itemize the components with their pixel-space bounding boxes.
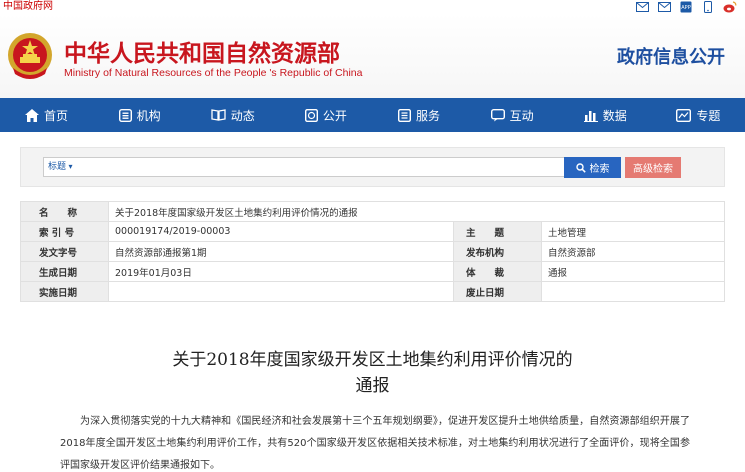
meta-key: 实施日期 <box>20 281 109 302</box>
table-row: 发文字号 自然资源部通报第1期 发布机构 自然资源部 <box>20 241 725 262</box>
search-button[interactable]: 检索 <box>564 157 621 178</box>
meta-value: 2019年01月03日 <box>108 261 454 282</box>
chat-icon <box>490 108 505 121</box>
document-meta-table: 名 称 关于2018年度国家级开发区土地集约利用评价情况的通报 索 引 号 00… <box>20 201 725 302</box>
nav-label: 首页 <box>44 108 69 123</box>
top-bar: 中国政府网 APP <box>0 0 745 14</box>
meta-key: 发布机构 <box>453 241 542 262</box>
search-input[interactable]: 标题 <box>43 157 577 177</box>
article-title: 关于2018年度国家级开发区土地集约利用评价情况的 通报 <box>0 347 745 399</box>
nav-item-service[interactable]: 服务 <box>373 98 466 132</box>
mail-icon[interactable] <box>657 1 671 13</box>
meta-value: 自然资源部 <box>541 241 725 262</box>
service-icon <box>398 108 412 122</box>
advanced-search-button[interactable]: 高级检索 <box>625 157 681 178</box>
nav-label: 专题 <box>696 108 721 123</box>
app-icon[interactable]: APP <box>679 1 693 13</box>
meta-value <box>108 281 454 302</box>
weibo-icon[interactable] <box>723 1 737 13</box>
meta-key: 名 称 <box>20 201 109 222</box>
nav-label: 公开 <box>322 108 347 123</box>
search-field-select[interactable]: 标题 <box>48 160 73 174</box>
site-name-en: Ministry of Natural Resources of the Peo… <box>64 67 363 79</box>
nav-item-interact[interactable]: 互动 <box>466 98 559 132</box>
meta-value <box>541 281 725 302</box>
nav-item-public[interactable]: 公开 <box>279 98 372 132</box>
meta-key: 生成日期 <box>20 261 109 282</box>
nav-item-data[interactable]: 数据 <box>559 98 652 132</box>
search-icon <box>575 162 586 173</box>
nav-label: 动态 <box>230 108 255 123</box>
meta-key: 主 题 <box>453 221 542 242</box>
nav-label: 数据 <box>602 108 627 123</box>
section-title: 政府信息公开 <box>617 47 725 68</box>
national-emblem-icon <box>5 30 55 82</box>
mail-icon[interactable] <box>635 1 649 13</box>
gov-portal-link[interactable]: 中国政府网 <box>3 0 53 13</box>
nav-label: 服务 <box>416 108 441 123</box>
nav-item-home[interactable]: 首页 <box>0 98 93 132</box>
topic-icon <box>676 108 692 122</box>
meta-value: 000019174/2019-00003 <box>108 221 454 242</box>
table-row: 实施日期 废止日期 <box>20 281 725 302</box>
nav-label: 互动 <box>509 108 534 123</box>
article-paragraph: 为深入贯彻落实党的十九大精神和《国民经济和社会发展第十三个五年规划纲要》，促进开… <box>60 416 690 471</box>
meta-key: 发文字号 <box>20 241 109 262</box>
article-title-line: 关于2018年度国家级开发区土地集约利用评价情况的 <box>172 350 573 370</box>
main-nav: 首页 机构 动态 公开 服务 互动 数据 专题 <box>0 98 745 132</box>
home-icon <box>25 108 40 122</box>
nav-item-org[interactable]: 机构 <box>93 98 186 132</box>
table-row: 名 称 关于2018年度国家级开发区土地集约利用评价情况的通报 <box>20 201 725 222</box>
app-icon-label: APP <box>681 5 690 11</box>
org-icon <box>118 108 132 122</box>
nav-item-news[interactable]: 动态 <box>186 98 279 132</box>
nav-label: 机构 <box>136 108 161 123</box>
bar-chart-icon <box>583 110 598 122</box>
site-header: 中华人民共和国自然资源部 Ministry of Natural Resourc… <box>0 14 745 98</box>
book-icon <box>211 109 226 121</box>
globe-icon <box>304 108 318 122</box>
top-icons: APP <box>635 0 737 14</box>
search-bar: 标题 检索 高级检索 <box>20 147 725 187</box>
meta-key: 索 引 号 <box>20 221 109 242</box>
table-row: 生成日期 2019年01月03日 体 裁 通报 <box>20 261 725 282</box>
meta-key: 废止日期 <box>453 281 542 302</box>
meta-value: 通报 <box>541 261 725 282</box>
phone-icon[interactable] <box>701 1 715 13</box>
meta-value: 土地管理 <box>541 221 725 242</box>
meta-value: 自然资源部通报第1期 <box>108 241 454 262</box>
table-row: 索 引 号 000019174/2019-00003 主 题 土地管理 <box>20 221 725 242</box>
article-title-line: 通报 <box>355 376 390 396</box>
nav-item-topic[interactable]: 专题 <box>652 98 745 132</box>
search-button-label: 检索 <box>589 164 610 175</box>
site-name-cn: 中华人民共和国自然资源部 <box>64 41 340 67</box>
meta-value: 关于2018年度国家级开发区土地集约利用评价情况的通报 <box>108 201 725 222</box>
meta-key: 体 裁 <box>453 261 542 282</box>
